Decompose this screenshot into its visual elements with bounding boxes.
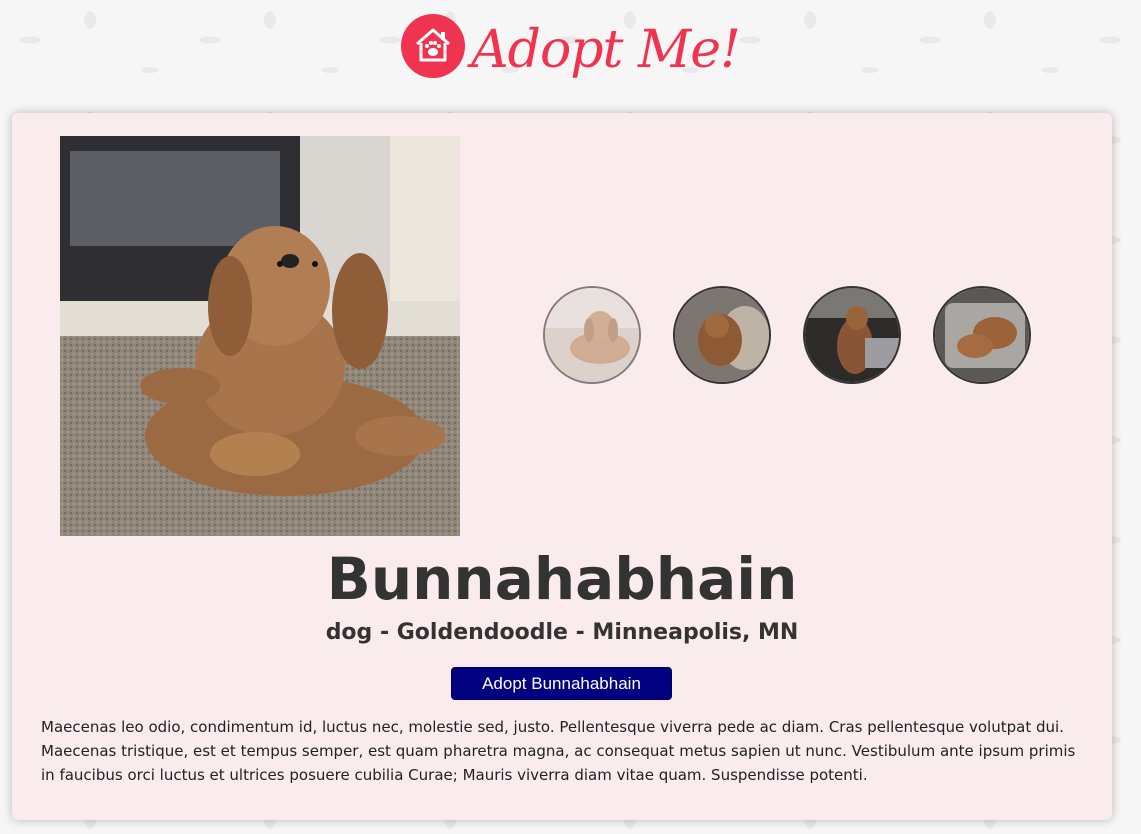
- carousel-thumbnail[interactable]: [543, 286, 641, 384]
- pet-description: Maecenas leo odio, condimentum id, luctu…: [41, 718, 1076, 784]
- site-header: Adopt Me!: [0, 0, 1141, 108]
- logo-text: Adopt Me!: [471, 20, 741, 80]
- carousel-thumbnail[interactable]: [933, 286, 1031, 384]
- pet-details-card: Bunnahabhain dog - Goldendoodle - Minnea…: [12, 113, 1112, 820]
- home-link[interactable]: Adopt Me!: [401, 14, 741, 80]
- house-paw-icon: [401, 14, 466, 78]
- adopt-button[interactable]: Adopt Bunnahabhain: [451, 667, 672, 700]
- pet-name: Bunnahabhain: [326, 545, 798, 613]
- carousel-thumbnail[interactable]: [673, 286, 771, 384]
- photo-carousel: [543, 286, 1031, 384]
- pet-subtitle: dog - Goldendoodle - Minneapolis, MN: [325, 620, 799, 645]
- hero-photo: [60, 136, 460, 536]
- carousel-thumbnail[interactable]: [803, 286, 901, 384]
